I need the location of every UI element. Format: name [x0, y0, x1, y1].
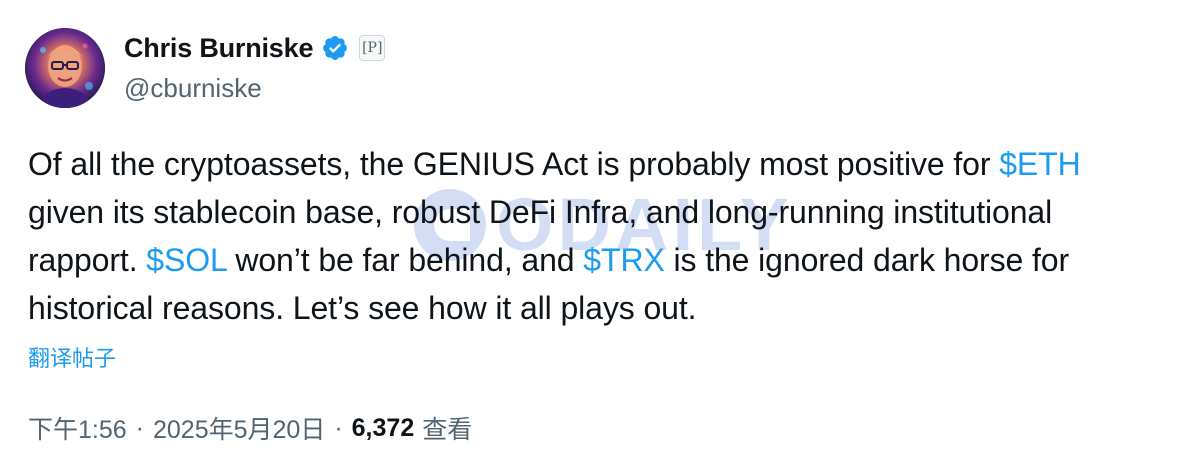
- separator-dot: ·: [135, 413, 144, 442]
- tweet-card: Chris Burniske [P] @cburniske ODAILY Of …: [0, 0, 1186, 474]
- tweet-text-segment: Of all the cryptoassets, the GENIUS Act …: [28, 146, 1000, 182]
- tweet-text-segment: won’t be far behind, and: [226, 242, 584, 278]
- cashtag-eth[interactable]: $ETH: [999, 146, 1081, 182]
- cashtag-trx[interactable]: $TRX: [583, 242, 665, 278]
- avatar[interactable]: [25, 28, 105, 108]
- views-label[interactable]: 查看: [422, 410, 472, 446]
- tweet-time[interactable]: 下午1:56: [28, 410, 127, 446]
- display-name[interactable]: Chris Burniske: [124, 33, 313, 64]
- verified-badge-icon[interactable]: [321, 34, 349, 62]
- tweet-metadata: 下午1:56 · 2025年5月20日 · 6,372 查看: [28, 410, 472, 446]
- translate-post-link[interactable]: 翻译帖子: [28, 341, 116, 373]
- views-count: 6,372: [351, 413, 415, 442]
- author-handle[interactable]: @cburniske: [124, 73, 262, 104]
- affiliate-badge-letter: [P]: [362, 40, 383, 56]
- tweet-date[interactable]: 2025年5月20日: [153, 410, 325, 446]
- affiliate-badge[interactable]: [P]: [359, 35, 386, 61]
- avatar-portrait-icon: [25, 28, 105, 108]
- tweet-text: Of all the cryptoassets, the GENIUS Act …: [28, 140, 1158, 332]
- cashtag-sol[interactable]: $SOL: [146, 242, 226, 278]
- separator-dot: ·: [334, 413, 343, 442]
- author-name-row: Chris Burniske [P]: [124, 30, 386, 66]
